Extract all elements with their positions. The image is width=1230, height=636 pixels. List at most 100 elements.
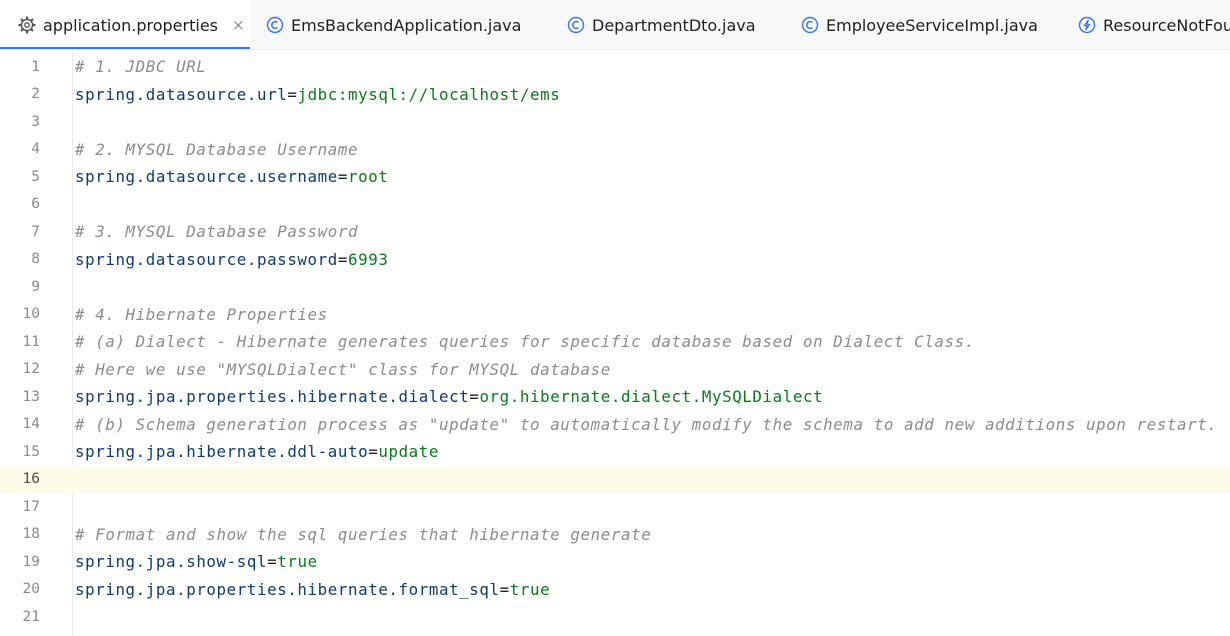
code-text: spring.jpa.properties.hibernate.dialect=… <box>75 387 823 406</box>
property-value: true <box>509 579 551 599</box>
code-line[interactable]: 11 # (a) Dialect - Hibernate generates qu… <box>0 328 1230 356</box>
comment-text: # 1. JDBC URL <box>75 57 207 77</box>
code-text: # (a) Dialect - Hibernate generates quer… <box>75 332 975 351</box>
property-key: spring.jpa.hibernate.ddl-auto <box>75 442 369 462</box>
tab-department-dto[interactable]: DepartmentDto.java <box>567 0 756 49</box>
property-separator: = <box>337 167 348 187</box>
line-number: 15 <box>22 443 40 460</box>
line-number: 18 <box>22 526 40 543</box>
property-separator: = <box>499 579 510 599</box>
property-separator: = <box>469 387 480 407</box>
comment-text: # Format and show the sql queries that h… <box>75 524 652 544</box>
class-icon <box>567 16 585 34</box>
exception-icon <box>1078 16 1096 34</box>
line-number: 11 <box>22 333 40 350</box>
property-key: spring.datasource.password <box>75 249 338 269</box>
property-value: org.hibernate.dialect.MySQLDialect <box>479 387 824 407</box>
gear-icon <box>18 16 36 34</box>
property-value: 6993 <box>348 249 389 269</box>
code-text: spring.jpa.properties.hibernate.format_s… <box>75 580 550 599</box>
close-tab-icon[interactable]: × <box>232 16 245 34</box>
comment-text: # (b) Schema generation process as "upda… <box>75 414 1218 434</box>
line-number: 9 <box>31 278 40 295</box>
line-number: 10 <box>22 306 40 323</box>
property-key: spring.datasource.url <box>75 84 288 104</box>
code-line[interactable]: 1 # 1. JDBC URL <box>0 53 1230 81</box>
property-value: root <box>348 167 389 187</box>
line-number: 8 <box>31 251 40 268</box>
line-number: 17 <box>22 498 40 515</box>
code-text: # (b) Schema generation process as "upda… <box>75 415 1218 434</box>
code-editor[interactable]: 1 # 1. JDBC URL 2 spring.datasource.url=jdb… <box>0 51 1230 636</box>
line-number: 2 <box>31 86 40 103</box>
code-line[interactable]: 15 spring.jpa.hibernate.ddl-auto=update <box>0 438 1230 466</box>
editor-tab-bar: application.properties × EmsBackendAppli… <box>0 0 1230 50</box>
code-line[interactable]: 4 # 2. MYSQL Database Username <box>0 136 1230 164</box>
code-line[interactable]: 2 spring.datasource.url=jdbc:mysql://loca… <box>0 81 1230 109</box>
line-number: 14 <box>22 416 40 433</box>
line-number: 7 <box>31 223 40 240</box>
tab-resource-not-found-exception[interactable]: ResourceNotFou <box>1078 0 1230 49</box>
property-value: update <box>378 442 440 462</box>
tab-employee-service-impl[interactable]: EmployeeServiceImpl.java <box>801 0 1038 49</box>
property-key: spring.datasource.username <box>75 167 338 187</box>
line-number: 3 <box>31 113 40 130</box>
code-line[interactable]: 14 # (b) Schema generation process as "up… <box>0 411 1230 439</box>
comment-text: # (a) Dialect - Hibernate generates quer… <box>75 332 975 352</box>
line-number: 4 <box>31 141 40 158</box>
comment-text: # 4. Hibernate Properties <box>75 304 328 324</box>
class-icon <box>801 16 819 34</box>
code-line[interactable]: 19 spring.jpa.show-sql=true <box>0 548 1230 576</box>
tab-label: EmsBackendApplication.java <box>291 15 522 35</box>
code-line[interactable]: 7 # 3. MYSQL Database Password <box>0 218 1230 246</box>
code-line[interactable]: 18 # Format and show the sql queries that… <box>0 521 1230 549</box>
property-key: spring.jpa.properties.hibernate.format_s… <box>75 579 500 599</box>
property-separator: = <box>287 84 298 104</box>
line-number: 21 <box>22 608 40 625</box>
code-text: # Format and show the sql queries that h… <box>75 525 651 544</box>
tab-ems-backend-application[interactable]: EmsBackendApplication.java <box>266 0 522 49</box>
line-number: 13 <box>22 388 40 405</box>
tab-application-properties[interactable]: application.properties × <box>0 0 250 49</box>
tab-label: EmployeeServiceImpl.java <box>826 15 1038 35</box>
property-separator: = <box>368 442 379 462</box>
property-key: spring.jpa.properties.hibernate.dialect <box>75 387 470 407</box>
code-text: # 4. Hibernate Properties <box>75 305 328 324</box>
property-separator: = <box>337 249 348 269</box>
code-line[interactable]: 16 <box>0 465 1230 493</box>
code-line[interactable]: 8 spring.datasource.password=6993 <box>0 246 1230 274</box>
line-number: 16 <box>22 471 40 488</box>
line-number: 6 <box>31 196 40 213</box>
code-line[interactable]: 21 <box>0 603 1230 631</box>
code-line[interactable]: 5 spring.datasource.username=root <box>0 163 1230 191</box>
line-number: 20 <box>22 581 40 598</box>
code-line[interactable]: 12 # Here we use "MYSQLDialect" class for… <box>0 356 1230 384</box>
tab-label: application.properties <box>43 15 218 35</box>
code-text: spring.jpa.show-sql=true <box>75 552 318 571</box>
comment-text: # Here we use "MYSQLDialect" class for M… <box>75 359 611 379</box>
tab-label: ResourceNotFou <box>1103 15 1230 35</box>
line-number: 1 <box>31 58 40 75</box>
code-line[interactable]: 17 <box>0 493 1230 521</box>
code-text: spring.datasource.url=jdbc:mysql://local… <box>75 85 560 104</box>
code-line[interactable]: 10 # 4. Hibernate Properties <box>0 301 1230 329</box>
code-line[interactable]: 20 spring.jpa.properties.hibernate.format… <box>0 576 1230 604</box>
code-line[interactable]: 9 <box>0 273 1230 301</box>
property-value: jdbc:mysql://localhost/ems <box>297 84 561 104</box>
code-text: spring.datasource.username=root <box>75 167 388 186</box>
code-text: # 3. MYSQL Database Password <box>75 222 358 241</box>
code-line[interactable]: 13 spring.jpa.properties.hibernate.dialec… <box>0 383 1230 411</box>
line-number: 19 <box>22 553 40 570</box>
ide-window: application.properties × EmsBackendAppli… <box>0 0 1230 636</box>
code-text: spring.datasource.password=6993 <box>75 250 388 269</box>
code-line[interactable]: 6 <box>0 191 1230 219</box>
code-text: # 1. JDBC URL <box>75 57 206 76</box>
code-text: # 2. MYSQL Database Username <box>75 140 358 159</box>
property-value: true <box>277 552 318 572</box>
line-number: 12 <box>22 361 40 378</box>
property-separator: = <box>267 552 278 572</box>
comment-text: # 3. MYSQL Database Password <box>75 222 359 242</box>
property-key: spring.jpa.show-sql <box>75 552 268 572</box>
class-icon <box>266 16 284 34</box>
code-line[interactable]: 3 <box>0 108 1230 136</box>
